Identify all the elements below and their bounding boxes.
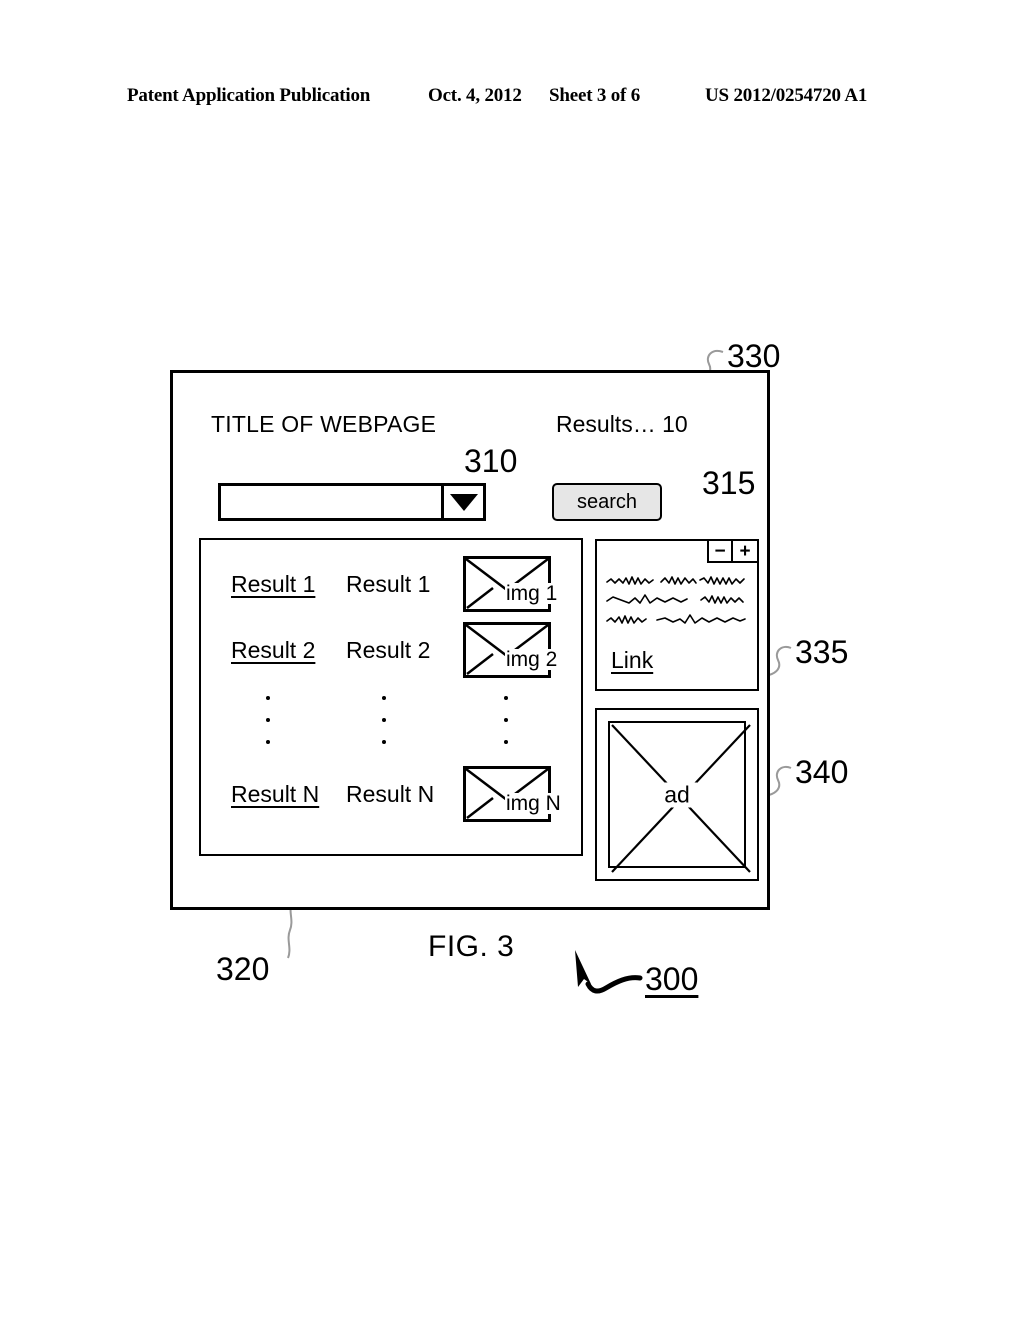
placeholder-text-squiggles xyxy=(606,576,746,624)
table-row[interactable]: Result 2 Result 2 img 2 xyxy=(201,622,581,678)
page-title: TITLE OF WEBPAGE xyxy=(211,411,437,437)
ellipsis-dot xyxy=(504,718,508,722)
widget-link[interactable]: Link xyxy=(611,647,653,674)
ellipsis-column xyxy=(263,696,273,762)
search-button[interactable]: search xyxy=(552,483,662,521)
reference-numeral-340: 340 xyxy=(795,754,849,790)
result-link[interactable]: Result 1 xyxy=(231,571,315,598)
search-input[interactable] xyxy=(221,486,441,518)
table-row[interactable]: Result 1 Result 1 img 1 xyxy=(201,556,581,612)
result-link[interactable]: Result N xyxy=(231,781,319,808)
ellipsis-column xyxy=(379,696,389,762)
ad-label: ad xyxy=(657,782,697,807)
result-image-label: img 1 xyxy=(505,582,559,605)
ellipsis-dot xyxy=(266,718,270,722)
ellipsis-column xyxy=(501,696,511,762)
result-thumbnail[interactable]: img 1 xyxy=(463,556,603,612)
zoom-out-button[interactable]: − xyxy=(707,539,733,563)
pointer-arrow-icon xyxy=(575,950,591,987)
result-image-label: img 2 xyxy=(505,648,559,671)
results-list: Result 1 Result 1 img 1 Result 2 Result … xyxy=(199,538,583,856)
widget-panel: − + Link xyxy=(595,539,759,691)
results-count-label: Results… 10 xyxy=(556,411,688,437)
patent-figure: TITLE OF WEBPAGE Results… 10 search Resu… xyxy=(0,0,1024,1320)
reference-numeral-320: 320 xyxy=(216,951,270,987)
result-text: Result N xyxy=(346,780,435,807)
result-thumbnail[interactable]: img 2 xyxy=(463,622,603,678)
reference-numeral-315: 315 xyxy=(702,465,756,501)
reference-numeral-310: 310 xyxy=(464,443,518,479)
figure-caption: FIG. 3 xyxy=(428,930,515,963)
ellipsis-dot xyxy=(266,696,270,700)
result-text: Result 1 xyxy=(346,570,431,597)
ad-placeholder: ad xyxy=(608,721,751,873)
ellipsis-dot xyxy=(382,696,386,700)
result-thumbnail[interactable]: img N xyxy=(463,766,603,822)
ellipsis-dot xyxy=(382,718,386,722)
triangle-down-icon xyxy=(449,493,478,511)
result-image-label: img N xyxy=(505,792,562,815)
table-row[interactable]: Result N Result N img N xyxy=(201,766,581,822)
ellipsis-dot xyxy=(504,696,508,700)
ellipsis-dot xyxy=(266,740,270,744)
reference-numeral-300: 300 xyxy=(645,961,699,997)
result-text: Result 2 xyxy=(346,636,431,663)
reference-numeral-335: 335 xyxy=(795,634,849,670)
zoom-in-button[interactable]: + xyxy=(733,539,759,563)
dropdown-toggle[interactable] xyxy=(441,486,483,518)
result-link[interactable]: Result 2 xyxy=(231,637,315,664)
search-combobox[interactable] xyxy=(218,483,486,521)
zoom-controls: − + xyxy=(707,539,759,563)
ad-panel[interactable]: ad xyxy=(595,708,759,881)
ellipsis-dot xyxy=(504,740,508,744)
reference-numeral-330: 330 xyxy=(727,338,781,374)
ellipsis-dot xyxy=(382,740,386,744)
